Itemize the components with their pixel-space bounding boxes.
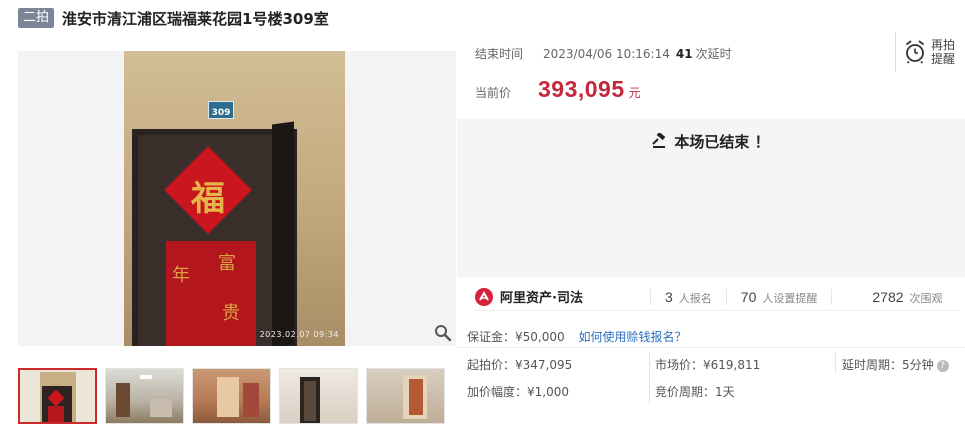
delay-label: 次延时 [695,47,732,61]
photo-timestamp: 2023.02.07 09:34 [259,330,339,339]
delay-period: 延时周期：5分钟? [842,356,949,373]
help-icon[interactable]: ? [936,359,949,372]
brand: 阿里资产·司法 [475,287,650,306]
thumbnail-2[interactable] [105,368,184,424]
door-number-plate: 309 [208,101,234,119]
auction-ended-text: 本场已结束 ！ [457,131,965,152]
current-price-row: 当前价 393,095 元 [475,76,641,103]
magnifier-icon[interactable] [434,324,452,342]
end-time-row: 结束时间 2023/04/06 10:16:14 41 次延时 [475,45,732,62]
title-row: 二拍 淮安市清江浦区瑞福莱花园1号楼309室 [18,7,329,29]
bid-increment: 加价幅度：¥1,000 [467,385,569,399]
end-time-label: 结束时间 [475,47,524,61]
fu-character: 福 [191,179,225,219]
end-time-value: 2023/04/06 10:16:14 [543,46,670,61]
stats-bar: 阿里资产·司法 3 人报名 70 人设置提醒 2782 次围观 [475,283,960,311]
gavel-icon [652,131,666,148]
deposit-amount: 保证金：¥50,000 [467,330,565,344]
page-title: 淮安市清江浦区瑞福莱花园1号楼309室 [62,9,329,28]
thumbnail-5[interactable] [366,368,445,424]
auction-details-grid: 起拍价：¥347,095 市场价：¥619,811 延时周期：5分钟? 加价幅度… [457,347,965,405]
delay-count: 41 [675,46,693,61]
main-image-viewer[interactable]: 309 福 年 富 贵 2023.02.07 09:34 [18,51,456,346]
current-price: 393,095 [538,76,625,102]
start-price: 起拍价：¥347,095 [467,358,573,372]
view-stat: 2782 次围观 [831,288,956,305]
bid-period: 竞价周期：1天 [655,385,735,399]
market-price: 市场价：¥619,811 [655,358,761,372]
reminder-stat: 70 人设置提醒 [725,288,832,305]
deposit-row: 保证金：¥50,000 如何使用赊钱报名？ [467,328,686,345]
thumbnail-3[interactable] [192,368,271,424]
alarm-clock-icon [906,40,924,64]
remind-button[interactable]: 再拍 提醒 [895,32,955,72]
remind-label: 再拍 提醒 [931,38,956,66]
brand-name: 阿里资产·司法 [500,291,583,306]
credit-signup-link[interactable]: 如何使用赊钱报名？ [578,330,686,344]
price-unit: 元 [628,86,641,100]
thumbnail-1[interactable] [18,368,97,424]
thumbnail-strip [18,368,453,424]
ali-assets-logo-icon [475,287,493,306]
auction-ended-panel: 本场已结束 ！ [457,119,965,277]
property-photo: 309 福 年 富 贵 2023.02.07 09:34 [124,51,345,346]
couplet-banner: 年 富 贵 [166,241,256,346]
auction-round-badge: 二拍 [18,8,55,28]
thumbnail-4[interactable] [279,368,358,424]
signup-stat: 3 人报名 [650,288,726,305]
price-label: 当前价 [475,86,512,100]
